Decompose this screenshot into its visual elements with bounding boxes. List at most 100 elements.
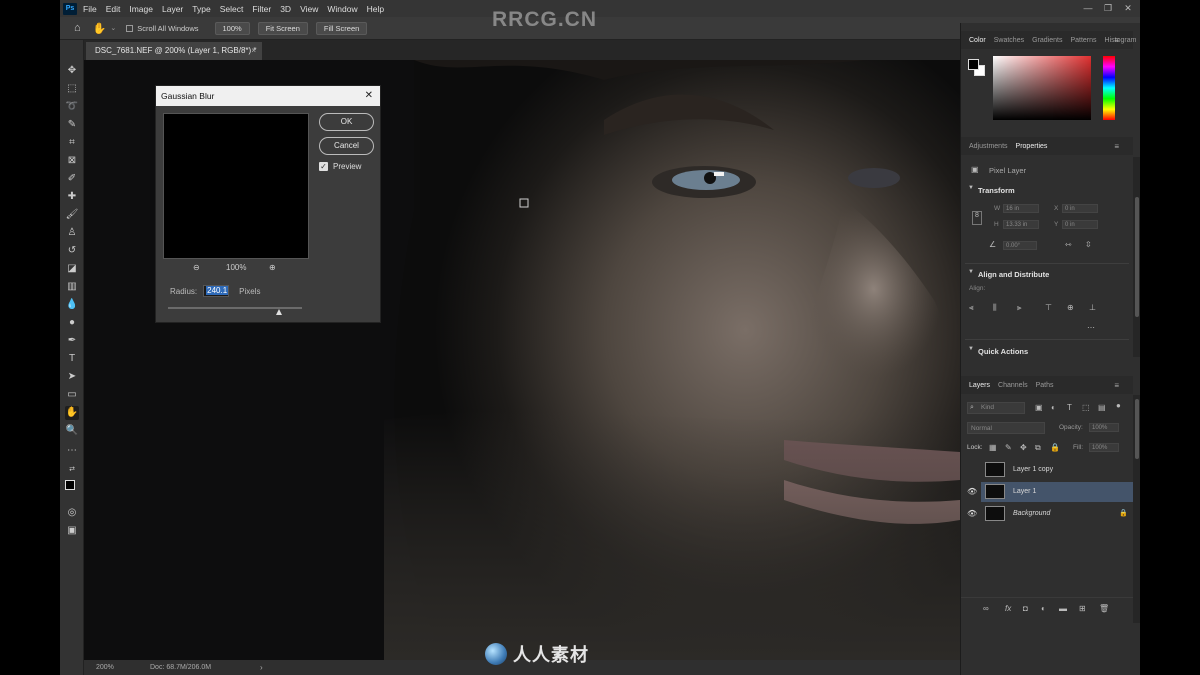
close-window-icon[interactable]: ✕ bbox=[1120, 1, 1136, 15]
foreground-color-swatch[interactable] bbox=[65, 480, 75, 490]
more-options-icon[interactable]: ⋯ bbox=[1087, 323, 1095, 332]
filter-shape-icon[interactable]: ⬚ bbox=[1082, 403, 1090, 412]
eraser-tool-icon[interactable]: ◪ bbox=[65, 262, 79, 276]
properties-scrollbar[interactable] bbox=[1133, 157, 1140, 357]
filter-adjustment-icon[interactable]: ◐ bbox=[1051, 403, 1056, 412]
zoom-tool-icon[interactable]: 🔍 bbox=[65, 424, 79, 438]
hand-tool-icon[interactable]: ✋ bbox=[65, 406, 79, 420]
menu-type[interactable]: Type bbox=[192, 4, 210, 14]
w-field[interactable]: 16 in bbox=[1003, 204, 1039, 213]
layer-row[interactable]: Background 🔒 bbox=[981, 504, 1133, 524]
lock-transparent-icon[interactable]: ▦ bbox=[989, 443, 997, 452]
path-select-tool-icon[interactable]: ➤ bbox=[65, 370, 79, 384]
color-fg-swatch[interactable] bbox=[968, 59, 979, 70]
tab-adjustments[interactable]: Adjustments bbox=[969, 143, 1008, 150]
lock-artboard-icon[interactable]: ⧉ bbox=[1035, 443, 1041, 453]
kind-filter-select[interactable]: ⌕ Kind bbox=[967, 402, 1025, 414]
preview-checkbox[interactable]: ✓ Preview bbox=[319, 162, 361, 171]
filter-pixel-icon[interactable]: ▣ bbox=[1035, 403, 1043, 412]
ok-button[interactable]: OK bbox=[319, 113, 374, 131]
add-mask-icon[interactable]: ◘ bbox=[1023, 604, 1028, 613]
document-tab[interactable]: DSC_7681.NEF @ 200% (Layer 1, RGB/8*) * … bbox=[86, 42, 262, 60]
tab-color[interactable]: Color bbox=[969, 37, 986, 44]
filter-type-icon[interactable]: T bbox=[1067, 403, 1072, 412]
blur-tool-icon[interactable]: 💧 bbox=[65, 298, 79, 312]
align-middle-icon[interactable]: ⊕ bbox=[1067, 303, 1074, 312]
lock-position-icon[interactable]: ✥ bbox=[1020, 443, 1027, 452]
align-bottom-icon[interactable]: ⊥ bbox=[1089, 303, 1096, 312]
align-center-icon[interactable]: ⫼ bbox=[993, 303, 997, 313]
radius-input[interactable]: 240.1 bbox=[203, 285, 230, 297]
tab-histogram[interactable]: Histogram bbox=[1105, 37, 1137, 44]
filter-toggle-icon[interactable]: ● bbox=[1116, 401, 1121, 410]
eyedropper-tool-icon[interactable]: ✐ bbox=[65, 172, 79, 186]
swap-colors-icon[interactable]: ⇄ bbox=[65, 463, 79, 477]
restore-icon[interactable]: ❐ bbox=[1100, 1, 1116, 15]
menu-filter[interactable]: Filter bbox=[252, 4, 271, 14]
lock-all-icon[interactable]: 🔒 bbox=[1050, 443, 1060, 452]
x-field[interactable]: 0 in bbox=[1062, 204, 1098, 213]
color-picker-field[interactable] bbox=[993, 56, 1091, 120]
menu-file[interactable]: File bbox=[83, 4, 97, 14]
crop-tool-icon[interactable]: ⌗ bbox=[65, 136, 79, 150]
menu-select[interactable]: Select bbox=[220, 4, 244, 14]
minimize-icon[interactable]: — bbox=[1080, 1, 1096, 15]
opacity-field[interactable]: 100% bbox=[1089, 423, 1119, 432]
marquee-tool-icon[interactable]: ⬚ bbox=[65, 82, 79, 96]
menu-help[interactable]: Help bbox=[367, 4, 384, 14]
new-group-icon[interactable]: ▬ bbox=[1059, 604, 1067, 613]
link-layers-icon[interactable]: ∞ bbox=[983, 604, 989, 613]
cancel-button[interactable]: Cancel bbox=[319, 137, 374, 155]
radius-slider-thumb[interactable] bbox=[276, 309, 282, 315]
lasso-tool-icon[interactable]: ➰ bbox=[65, 100, 79, 114]
move-tool-icon[interactable]: ✥ bbox=[65, 64, 79, 78]
rectangle-tool-icon[interactable]: ▭ bbox=[65, 388, 79, 402]
tab-paths[interactable]: Paths bbox=[1036, 382, 1054, 389]
menu-layer[interactable]: Layer bbox=[162, 4, 183, 14]
angle-field[interactable]: 0.00° bbox=[1003, 241, 1037, 250]
quick-select-tool-icon[interactable]: ✎ bbox=[65, 118, 79, 132]
collapse-chevron-icon[interactable]: ▼ bbox=[968, 185, 974, 191]
adjustment-layer-icon[interactable]: ◐ bbox=[1041, 604, 1046, 613]
gradient-tool-icon[interactable]: ▥ bbox=[65, 280, 79, 294]
collapse-chevron-icon[interactable]: ▼ bbox=[968, 269, 974, 275]
menu-window[interactable]: Window bbox=[327, 4, 357, 14]
layer-row[interactable]: Layer 1 bbox=[981, 482, 1133, 502]
zoom-100-button[interactable]: 100% bbox=[214, 21, 250, 35]
scroll-thumb[interactable] bbox=[1135, 197, 1139, 317]
collapse-chevron-icon[interactable]: ▼ bbox=[968, 346, 974, 352]
more-tools-icon[interactable]: ⋯ bbox=[65, 444, 79, 458]
menu-edit[interactable]: Edit bbox=[106, 4, 121, 14]
tab-properties[interactable]: Properties bbox=[1016, 143, 1048, 150]
panel-menu-icon[interactable]: ≡ bbox=[1114, 381, 1119, 390]
scroll-all-windows-checkbox[interactable]: Scroll All Windows bbox=[126, 24, 199, 33]
frame-tool-icon[interactable]: ⊠ bbox=[65, 154, 79, 168]
zoom-in-icon[interactable]: ⊕ bbox=[269, 263, 276, 272]
status-menu-icon[interactable]: › bbox=[260, 660, 263, 675]
quick-mask-icon[interactable]: ◎ bbox=[65, 506, 79, 520]
lock-image-icon[interactable]: ✎ bbox=[1005, 443, 1012, 452]
hue-slider[interactable] bbox=[1103, 56, 1115, 120]
eye-visibility-icon[interactable]: 👁 bbox=[967, 509, 977, 518]
history-brush-tool-icon[interactable]: ↺ bbox=[65, 244, 79, 258]
menu-view[interactable]: View bbox=[300, 4, 318, 14]
trash-icon[interactable]: 🗑 bbox=[1099, 604, 1109, 613]
flip-horizontal-icon[interactable]: ⇿ bbox=[1065, 240, 1072, 249]
align-left-icon[interactable]: ⫷ bbox=[969, 303, 974, 313]
fit-screen-button[interactable]: Fit Screen bbox=[257, 21, 308, 35]
blend-mode-select[interactable]: Normal bbox=[967, 422, 1045, 434]
panel-menu-icon[interactable]: ≡ bbox=[1114, 36, 1119, 45]
layer-row[interactable]: Layer 1 copy bbox=[981, 460, 1133, 480]
panel-menu-icon[interactable]: ≡ bbox=[1114, 142, 1119, 151]
scroll-thumb[interactable] bbox=[1135, 399, 1139, 459]
screen-mode-icon[interactable]: ▣ bbox=[65, 524, 79, 538]
home-icon[interactable]: ⌂ bbox=[74, 22, 81, 34]
link-icon[interactable]: 8 bbox=[972, 211, 982, 225]
healing-brush-tool-icon[interactable]: ✚ bbox=[65, 190, 79, 204]
h-field[interactable]: 13.33 in bbox=[1003, 220, 1039, 229]
close-tab-icon[interactable]: × bbox=[251, 42, 256, 60]
menu-image[interactable]: Image bbox=[129, 4, 153, 14]
filter-smart-object-icon[interactable]: ▤ bbox=[1098, 403, 1106, 412]
brush-tool-icon[interactable]: 🖌 bbox=[65, 208, 79, 222]
blur-preview-window[interactable] bbox=[163, 113, 309, 259]
